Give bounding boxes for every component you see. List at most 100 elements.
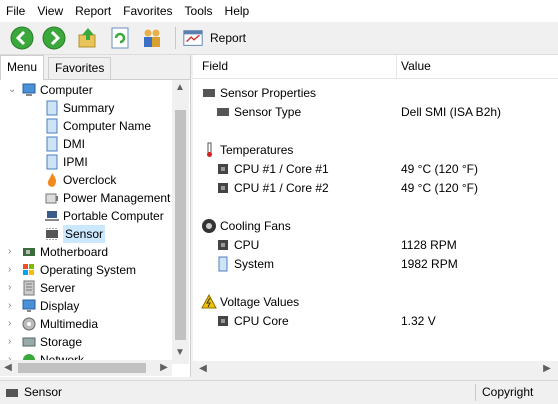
tree-label: Portable Computer <box>63 209 164 223</box>
menu-report[interactable]: Report <box>69 0 117 22</box>
expand-icon[interactable]: › <box>8 315 18 333</box>
tree-label: Storage <box>40 335 83 349</box>
table-row[interactable]: Sensor Type Dell SMI (ISA B2h) <box>215 103 555 121</box>
tab-strip: Menu Favorites <box>0 55 190 80</box>
scroll-right-arrow-icon[interactable]: ▶ <box>539 361 555 377</box>
menu-file[interactable]: File <box>0 0 31 22</box>
tree-horizontal-scrollbar[interactable]: ◀ ▶ <box>0 360 172 376</box>
scroll-thumb[interactable] <box>175 110 186 340</box>
power-icon <box>45 193 58 204</box>
table-row[interactable]: CPU #1 / Core #1 49 °C (120 °F) <box>215 160 555 178</box>
scroll-thumb[interactable] <box>18 363 146 373</box>
cpu-icon <box>218 240 228 250</box>
left-pane: Menu Favorites ⌄ Computer Summary Comput… <box>0 55 191 377</box>
expand-icon[interactable]: › <box>8 243 18 261</box>
tree-item-server[interactable]: › Server <box>8 279 75 297</box>
scroll-up-arrow-icon[interactable]: ▲ <box>172 80 188 96</box>
tab-menu[interactable]: Menu <box>0 55 45 80</box>
computer-name-icon <box>46 118 58 134</box>
cpu-icon <box>218 164 228 174</box>
table-row[interactable]: System 1982 RPM <box>215 255 555 273</box>
sensor-chip-icon <box>46 228 58 240</box>
sensor-chip-icon <box>6 388 18 397</box>
up-icon <box>78 28 96 48</box>
status-current-page: Sensor <box>4 381 62 404</box>
tree-item-display[interactable]: › Display <box>8 297 79 315</box>
tree-item-portable-computer[interactable]: Portable Computer <box>44 207 164 225</box>
group-title: Voltage Values <box>220 295 300 309</box>
scroll-right-arrow-icon[interactable]: ▶ <box>156 360 172 376</box>
tree-label: Server <box>40 281 76 295</box>
summary-icon <box>46 100 58 116</box>
tree-label: Summary <box>63 101 115 115</box>
group-temperatures: Temperatures <box>201 141 293 159</box>
status-divider <box>475 384 476 401</box>
tree-label: Sensor <box>63 225 106 243</box>
expand-icon[interactable]: › <box>8 261 18 279</box>
cpu-icon <box>218 316 228 326</box>
tree-item-computer[interactable]: ⌄ Computer <box>8 81 93 99</box>
report-button[interactable]: Report <box>182 26 246 50</box>
tree-label: Computer Name <box>63 119 152 133</box>
scroll-left-arrow-icon[interactable]: ◀ <box>0 360 16 376</box>
column-value[interactable]: Value <box>401 55 431 78</box>
menu-favorites[interactable]: Favorites <box>117 0 178 22</box>
toolbar: Report <box>0 22 558 55</box>
tree-item-storage[interactable]: › Storage <box>8 333 82 351</box>
tree-item-dmi[interactable]: DMI <box>44 135 85 153</box>
tree-item-computer-name[interactable]: Computer Name <box>44 117 151 135</box>
users-icon <box>144 29 160 47</box>
menu-help[interactable]: Help <box>219 0 256 22</box>
tree-item-multimedia[interactable]: › Multimedia <box>8 315 98 333</box>
tree-item-summary[interactable]: Summary <box>44 99 114 117</box>
tab-favorites[interactable]: Favorites <box>48 57 112 79</box>
fan-icon <box>202 219 216 233</box>
table-row[interactable]: CPU 1128 RPM <box>215 236 555 254</box>
tree-item-overclock[interactable]: Overclock <box>44 171 116 189</box>
expand-icon[interactable]: › <box>8 297 18 315</box>
report-icon <box>183 30 203 46</box>
tree-vertical-scrollbar[interactable]: ▲ ▼ <box>172 80 189 364</box>
tree-label: Display <box>40 299 80 313</box>
table-row[interactable]: CPU Core 1.32 V <box>215 312 555 330</box>
tree-item-operating-system[interactable]: › Operating System <box>8 261 136 279</box>
tree-label: Multimedia <box>40 317 99 331</box>
tree-item-motherboard[interactable]: › Motherboard <box>8 243 108 261</box>
tree-label: Motherboard <box>40 245 109 259</box>
refresh-icon <box>111 27 129 49</box>
expand-icon[interactable]: › <box>8 279 18 297</box>
toolbar-separator <box>175 27 176 49</box>
cpu-icon <box>218 183 228 193</box>
report-label: Report <box>210 31 247 45</box>
expand-icon[interactable]: › <box>8 333 18 351</box>
field-value: 49 °C (120 °F) <box>401 162 478 176</box>
tree-label: Overclock <box>63 173 117 187</box>
users-button[interactable] <box>140 26 164 50</box>
table-row[interactable]: CPU #1 / Core #2 49 °C (120 °F) <box>215 179 555 197</box>
column-divider[interactable] <box>396 55 397 78</box>
collapse-icon[interactable]: ⌄ <box>8 81 18 99</box>
group-voltage-values: Voltage Values <box>201 293 299 311</box>
storage-icon <box>22 337 36 347</box>
column-header: Field Value <box>193 55 558 79</box>
forward-button[interactable] <box>42 26 66 50</box>
details-horizontal-scrollbar[interactable]: ◀ ▶ <box>193 361 558 377</box>
group-cooling-fans: Cooling Fans <box>201 217 291 235</box>
group-sensor-properties: Sensor Properties <box>201 84 316 102</box>
field-value: 1128 RPM <box>401 238 457 252</box>
tree-label: Power Management <box>63 191 171 205</box>
ipmi-icon <box>46 154 58 170</box>
tree-item-power-management[interactable]: Power Management <box>44 189 170 207</box>
menu-view[interactable]: View <box>31 0 69 22</box>
column-field[interactable]: Field <box>202 55 228 78</box>
scroll-left-arrow-icon[interactable]: ◀ <box>195 361 211 377</box>
up-button[interactable] <box>76 26 100 50</box>
tree-label: Operating System <box>40 263 137 277</box>
menu-tools[interactable]: Tools <box>179 0 219 22</box>
scroll-down-arrow-icon[interactable]: ▼ <box>172 345 188 361</box>
tree-item-ipmi[interactable]: IPMI <box>44 153 88 171</box>
back-button[interactable] <box>10 26 34 50</box>
field-name: CPU Core <box>234 314 289 328</box>
tree-item-sensor[interactable]: Sensor <box>44 225 106 243</box>
refresh-button[interactable] <box>108 26 132 50</box>
